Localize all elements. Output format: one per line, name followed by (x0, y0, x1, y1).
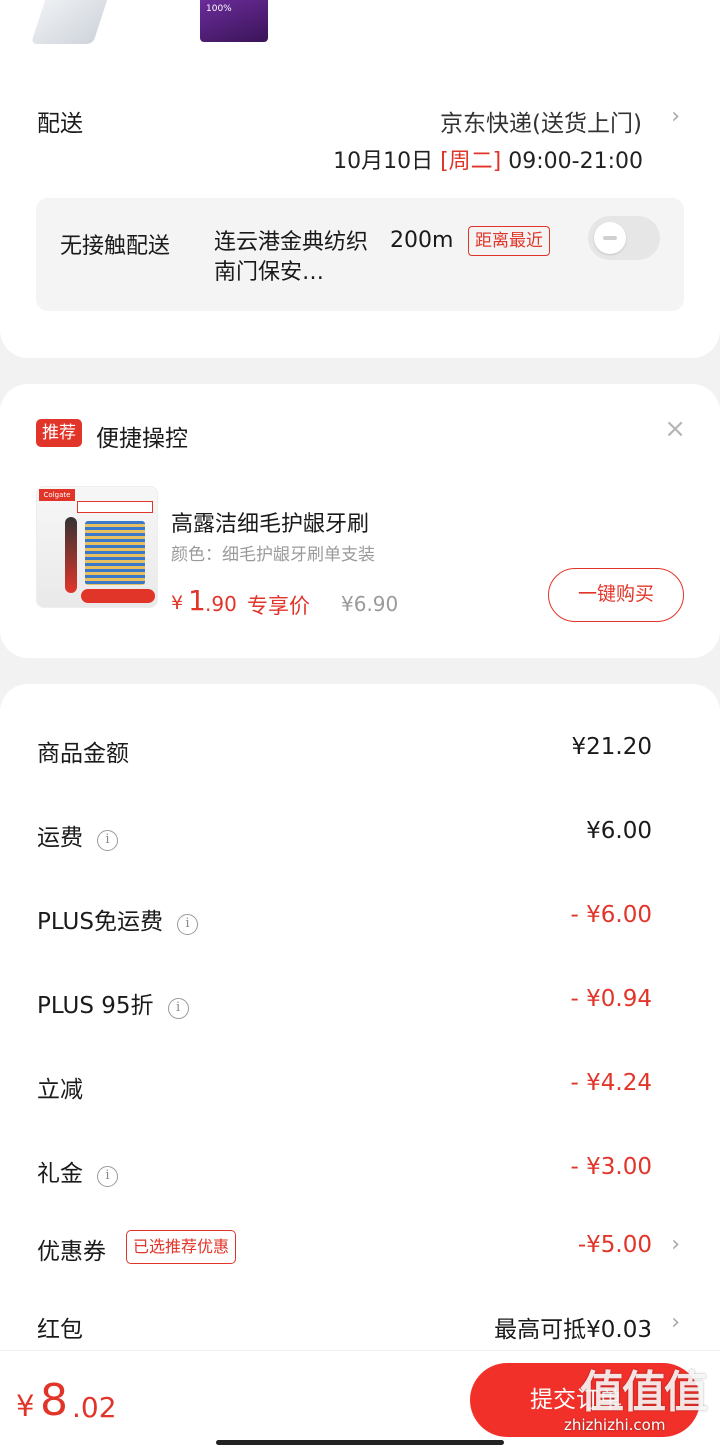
recommendation-card: 推荐 便捷操控 × Colgate 高露洁细毛护龈牙刷 颜色：细毛护龈牙刷单支装… (0, 384, 720, 658)
checkout-bar: ¥ 8 .02 提交订单 (0, 1350, 720, 1448)
info-icon[interactable]: i (97, 1166, 118, 1187)
original-price: ¥6.90 (341, 592, 399, 616)
recommend-title: 便捷操控 (96, 426, 188, 452)
chevron-right-icon[interactable]: › (671, 104, 680, 129)
product-name[interactable]: 高露洁细毛护龈牙刷 (171, 506, 369, 538)
chevron-right-icon[interactable]: › (671, 1232, 680, 1257)
red-packet-label: 红包 (37, 1317, 83, 1343)
pickup-place: 连云港金典纺织南门保安… (214, 230, 369, 285)
summary-label-text: 立减 (37, 1077, 83, 1103)
brand-logo: Colgate (39, 489, 75, 501)
chevron-right-icon[interactable]: › (671, 1310, 680, 1335)
product-spec: 颜色：细毛护龈牙刷单支装 (171, 545, 375, 565)
summary-value: - ¥3.00 (570, 1154, 652, 1180)
coupon-label: 优惠券 (37, 1239, 106, 1265)
summary-label: 运费 i (37, 818, 118, 852)
bristle-graphic (85, 521, 145, 585)
red-packet-row[interactable]: 红包 最高可抵¥0.03 › (0, 1310, 720, 1350)
coupon-value: -¥5.00 (577, 1232, 652, 1258)
coupon-row[interactable]: 优惠券 已选推荐优惠 -¥5.00 › (0, 1230, 720, 1272)
courier-option[interactable]: 京东快递(送货上门) (440, 104, 642, 138)
summary-row: 运费 i ¥6.00 (0, 818, 720, 858)
delivery-hours: 09:00-21:00 (501, 149, 643, 174)
summary-label: 立减 (37, 1070, 83, 1104)
delivery-label: 配送 (37, 111, 83, 137)
submit-order-button[interactable]: 提交订单 (470, 1363, 700, 1437)
one-click-buy-button[interactable]: 一键购买 (548, 568, 684, 622)
summary-label-text: PLUS 95折 (37, 993, 154, 1019)
summary-row: 商品金额 ¥21.20 (0, 734, 720, 774)
summary-row: 立减 - ¥4.24 (0, 1070, 720, 1110)
summary-row: PLUS 95折 i - ¥0.94 (0, 986, 720, 1026)
delivery-time[interactable]: 10月10日 [周二] 09:00-21:00 (333, 143, 643, 175)
product-thumbnail[interactable] (30, 0, 108, 44)
toggle-knob (594, 222, 626, 254)
nearest-badge: 距离最近 (468, 226, 550, 256)
product-image-band (77, 501, 153, 513)
summary-label-text: 礼金 (37, 1161, 83, 1187)
info-icon[interactable]: i (97, 830, 118, 851)
info-icon[interactable]: i (167, 998, 189, 1019)
no-contact-delivery-panel: 无接触配送 连云港金典纺织南门保安… 200m 距离最近 (36, 198, 684, 311)
summary-value: ¥21.20 (571, 734, 652, 760)
price-decimal: .90 (205, 592, 237, 616)
summary-label: 商品金额 (37, 734, 129, 768)
exclusive-price-label: 专享价 (247, 594, 310, 618)
summary-value: - ¥4.24 (570, 1070, 652, 1096)
delivery-date: 10月10日 (333, 149, 441, 174)
summary-label-text: 运费 (37, 825, 83, 851)
red-packet-value: 最高可抵¥0.03 (494, 1317, 652, 1343)
summary-value: - ¥6.00 (570, 902, 652, 928)
summary-label: PLUS免运费 i (37, 902, 198, 936)
summary-label: PLUS 95折 i (37, 986, 189, 1020)
summary-value: ¥6.00 (586, 818, 652, 844)
delivery-card: 100% 配送 京东快递(送货上门) › 10月10日 [周二] 09:00-2… (0, 0, 720, 358)
summary-label-text: PLUS免运费 (37, 909, 163, 935)
summary-row: PLUS免运费 i - ¥6.00 (0, 902, 720, 942)
price-currency: ¥ (171, 592, 184, 614)
summary-label: 礼金 i (37, 1154, 118, 1188)
price-summary-card: 商品金额 ¥21.20 运费 i ¥6.00 PLUS免运费 i - ¥6.00 P… (0, 684, 720, 1384)
summary-value: - ¥0.94 (570, 986, 652, 1012)
product-image[interactable]: Colgate (36, 486, 158, 608)
no-contact-toggle[interactable] (588, 216, 660, 260)
no-contact-title: 无接触配送 (60, 234, 171, 259)
price-integer: 1 (188, 584, 206, 617)
summary-label-text: 商品金额 (37, 741, 129, 767)
info-icon[interactable]: i (176, 914, 198, 935)
delivery-weekday: [周二] (440, 149, 502, 174)
product-thumbnail-text: 100% (206, 4, 232, 14)
product-thumbnail[interactable]: 100% (200, 0, 268, 42)
close-icon[interactable]: × (664, 414, 686, 444)
pickup-distance: 200m (390, 228, 454, 253)
promo-strip (81, 589, 155, 603)
home-indicator[interactable] (216, 1440, 504, 1445)
total-integer: 8 (40, 1375, 68, 1426)
total-decimal: .02 (72, 1391, 117, 1424)
recommend-badge: 推荐 (36, 419, 82, 447)
toothbrush-graphic (65, 517, 77, 593)
total-currency: ¥ (16, 1389, 35, 1423)
coupon-selected-badge: 已选推荐优惠 (126, 1230, 237, 1264)
summary-row: 礼金 i - ¥3.00 (0, 1154, 720, 1194)
